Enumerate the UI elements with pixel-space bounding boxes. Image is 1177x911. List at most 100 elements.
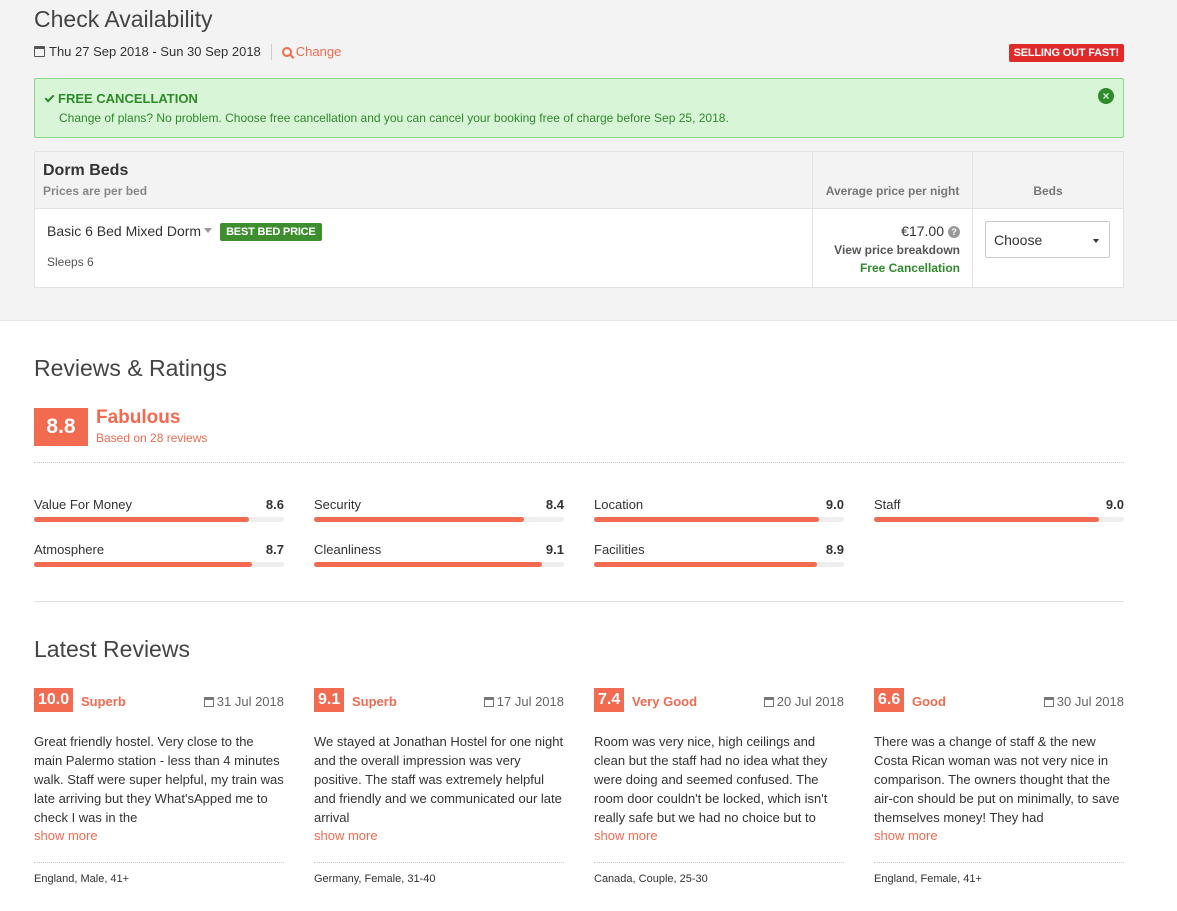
beds-cell: Choose — [971, 208, 1125, 288]
rating-item: Cleanliness 9.1 — [314, 542, 564, 572]
rating-item: Security 8.4 — [314, 497, 564, 527]
availability-title: Check Availability — [34, 6, 213, 32]
date-range: Thu 27 Sep 2018 - Sun 30 Sep 2018 — [49, 44, 261, 59]
rating-bar-fill — [594, 562, 817, 567]
show-more-link[interactable]: show more — [314, 828, 378, 843]
score-word: Fabulous — [96, 407, 181, 428]
divider — [270, 44, 272, 60]
chevron-down-icon[interactable] — [204, 228, 213, 233]
show-more-link[interactable]: show more — [594, 828, 658, 843]
review-text: Room was very nice, high ceilings and cl… — [594, 734, 828, 825]
selling-out-badge: SELLING OUT FAST! — [1008, 44, 1124, 62]
rating-label: Staff — [874, 497, 901, 512]
review-date: 20 Jul 2018 — [763, 694, 844, 709]
calendar-icon — [763, 697, 774, 707]
rating-bar — [874, 517, 1124, 522]
availability-section: Check Availability Thu 27 Sep 2018 - Sun… — [0, 0, 1177, 321]
show-more-link[interactable]: show more — [34, 828, 98, 843]
review-date: 30 Jul 2018 — [1043, 694, 1124, 709]
beds-header: Beds — [971, 151, 1125, 209]
rating-bar-fill — [314, 562, 542, 567]
room-cell: Basic 6 Bed Mixed Dorm BEST BED PRICE Sle… — [33, 208, 814, 288]
rating-label: Cleanliness — [314, 542, 382, 557]
rating-label: Location — [594, 497, 644, 512]
room-type-sub: Prices are per bed — [43, 184, 148, 198]
room-name[interactable]: Basic 6 Bed Mixed Dorm — [47, 223, 201, 239]
checkmark-icon — [44, 92, 55, 103]
rating-value: 9.0 — [1105, 497, 1124, 512]
review-text: Great friendly hostel. Very close to the… — [34, 734, 284, 825]
free-cancellation-banner: FREE CANCELLATION Change of plans? No pr… — [34, 78, 1124, 138]
latest-reviews-title: Latest Reviews — [34, 636, 190, 662]
search-icon — [281, 47, 292, 57]
calendar-icon — [34, 46, 45, 57]
sleeps-label: Sleeps 6 — [47, 255, 94, 269]
review-date: 31 Jul 2018 — [203, 694, 284, 709]
review-text: There was a change of staff & the new Co… — [874, 734, 1120, 825]
free-cancellation-label: Free Cancellation — [859, 261, 960, 275]
calendar-icon — [203, 697, 214, 707]
rating-bar — [314, 562, 564, 567]
score-badge: 8.8 — [34, 408, 88, 446]
rating-bar — [594, 562, 844, 567]
room-price: €17.00 — [901, 223, 944, 239]
review-rating-word: Good — [912, 694, 946, 709]
price-cell: €17.00? View price breakdown Free Cancel… — [812, 208, 973, 288]
review-rating-word: Very Good — [632, 694, 698, 709]
review-count: Based on 28 reviews — [96, 431, 208, 445]
divider — [314, 862, 564, 863]
rating-bar — [594, 517, 844, 522]
room-type-name: Dorm Beds — [43, 162, 129, 179]
change-dates-link[interactable]: Change — [281, 44, 341, 59]
rating-item: Atmosphere 8.7 — [34, 542, 284, 572]
review-text: We stayed at Jonathan Hostel for one nig… — [314, 734, 564, 825]
review-rating-word: Superb — [352, 694, 397, 709]
rating-item: Facilities 8.9 — [594, 542, 844, 572]
review-score: 10.0 — [34, 688, 74, 712]
table-row: Basic 6 Bed Mixed Dorm BEST BED PRICE Sle… — [33, 208, 1125, 288]
review-author: England, Male, 41+ — [34, 873, 130, 885]
rating-item: Staff 9.0 — [874, 497, 1124, 527]
calendar-icon — [1043, 697, 1054, 707]
rating-bar-fill — [594, 517, 819, 522]
rating-value: 9.1 — [545, 542, 564, 557]
rating-label: Atmosphere — [34, 542, 105, 557]
avg-price-header: Average price per night — [812, 151, 973, 209]
best-price-badge: BEST BED PRICE — [220, 223, 322, 241]
review-score: 7.4 — [594, 688, 625, 712]
review-rating-word: Superb — [81, 694, 126, 709]
rating-bar-fill — [874, 517, 1099, 522]
room-type-header: Dorm Beds Prices are per bed — [33, 151, 814, 209]
dates-row: Thu 27 Sep 2018 - Sun 30 Sep 2018 Change … — [34, 44, 1124, 62]
rating-label: Value For Money — [34, 497, 133, 512]
rating-item: Location 9.0 — [594, 497, 844, 527]
help-icon[interactable]: ? — [947, 226, 960, 238]
divider — [34, 862, 284, 863]
review-score: 6.6 — [874, 688, 905, 712]
rating-label: Security — [314, 497, 361, 512]
review-author: Germany, Female, 31-40 — [314, 873, 436, 885]
show-more-link[interactable]: show more — [874, 828, 938, 843]
close-icon[interactable]: × — [1098, 88, 1114, 104]
rating-item: Value For Money 8.6 — [34, 497, 284, 527]
rating-value: 8.9 — [825, 542, 844, 557]
rating-bar — [34, 517, 284, 522]
rating-value: 8.4 — [545, 497, 564, 512]
beds-select[interactable]: Choose — [984, 221, 1110, 258]
rating-bar — [34, 562, 284, 567]
rating-bar — [314, 517, 564, 522]
rating-value: 8.6 — [265, 497, 284, 512]
review-author: Canada, Couple, 25-30 — [594, 873, 708, 885]
rating-label: Facilities — [594, 542, 645, 557]
divider — [34, 601, 1124, 602]
cancellation-title: FREE CANCELLATION — [44, 91, 198, 106]
divider — [594, 862, 844, 863]
rating-value: 9.0 — [825, 497, 844, 512]
review-score: 9.1 — [314, 688, 345, 712]
divider — [874, 862, 1124, 863]
rating-value: 8.7 — [265, 542, 284, 557]
review-date: 17 Jul 2018 — [483, 694, 564, 709]
review-author: England, Female, 41+ — [874, 873, 982, 885]
rating-bar-fill — [34, 562, 252, 567]
price-breakdown-link[interactable]: View price breakdown — [825, 243, 960, 257]
